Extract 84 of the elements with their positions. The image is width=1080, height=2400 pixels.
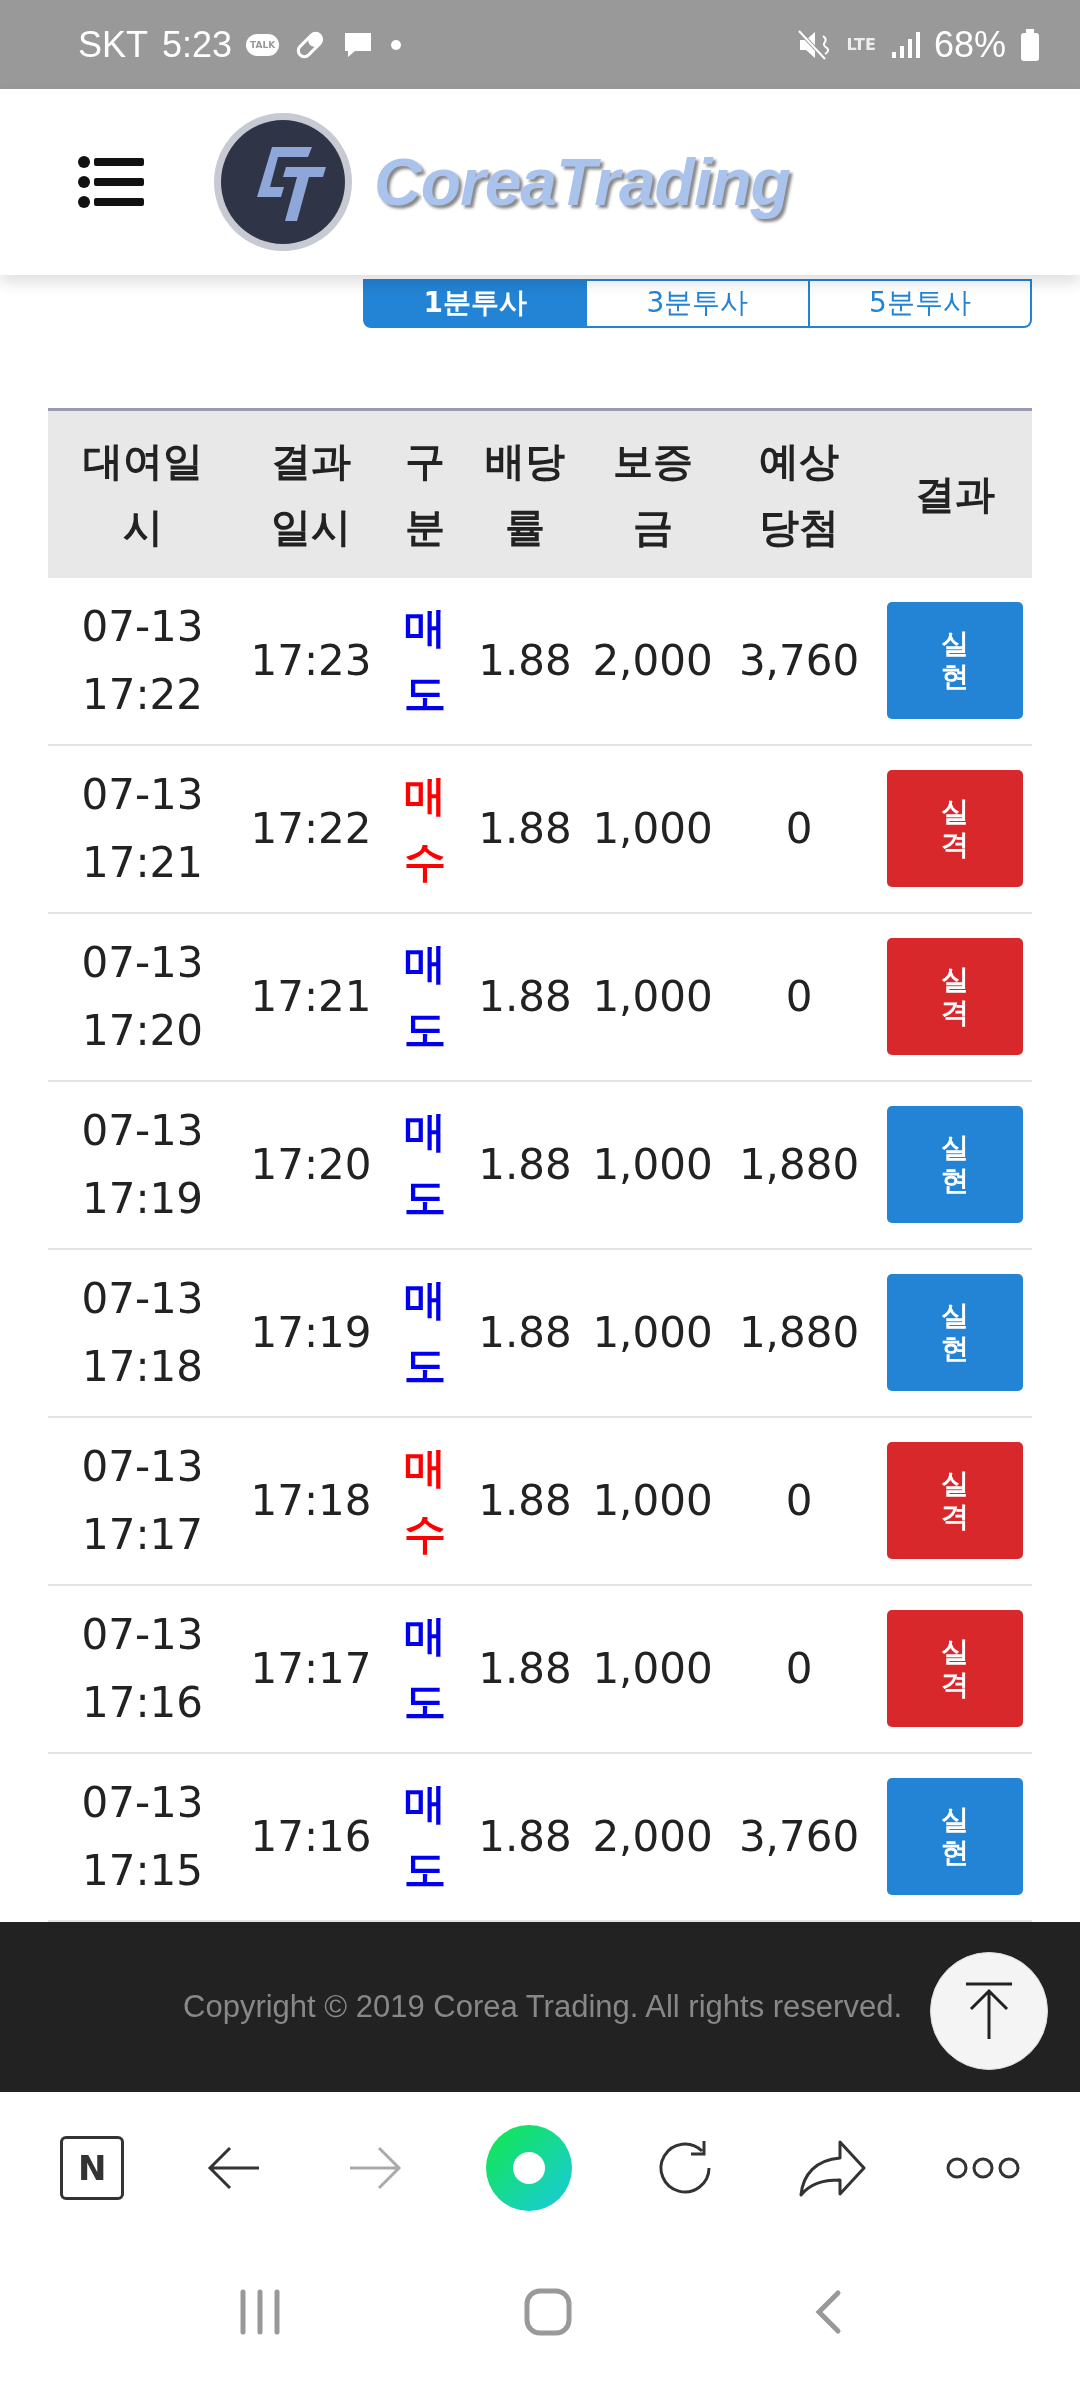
table-cell-text: 1,000 — [591, 1308, 714, 1357]
result-badge[interactable]: 실현 — [887, 1778, 1023, 1895]
table-cell-text: 07-13 17:17 — [80, 1440, 205, 1561]
table-cell-text: 17:19 — [249, 1308, 373, 1357]
column-header: 결과일시 — [270, 437, 352, 552]
table-cell-text: 07-13 17:20 — [80, 936, 205, 1057]
tab[interactable]: 3분투사 — [587, 278, 810, 328]
table-cell-text: 17:23 — [249, 636, 373, 685]
result-badge[interactable]: 실격 — [887, 938, 1023, 1055]
table-cell-text: 07-13 17:21 — [80, 768, 205, 889]
result-badge[interactable]: 실격 — [887, 770, 1023, 887]
table-cell-text: 3,760 — [737, 1812, 861, 1861]
table-cell-text: 0 — [784, 1476, 814, 1525]
trade-side: 매수 — [404, 1442, 446, 1560]
copyright-text: Copyright © 2019 Corea Trading. All rights reserved. — [183, 1989, 902, 2025]
table-cell-text: 1,000 — [591, 1476, 714, 1525]
logo-emblem-icon — [212, 111, 354, 254]
column-header: 배당률 — [484, 437, 566, 552]
table-cell-text: 2,000 — [591, 1812, 714, 1861]
menu-icon[interactable] — [78, 155, 146, 210]
table-cell-text: 07-13 17:18 — [80, 1272, 205, 1393]
trade-side: 매도 — [404, 1106, 446, 1224]
tab[interactable]: 5분투사 — [809, 278, 1032, 328]
table-cell-text: 1,000 — [591, 1140, 714, 1189]
home-icon[interactable] — [523, 2287, 573, 2337]
table-cell-text: 1,880 — [737, 1308, 861, 1357]
table-cell-text: 07-13 17:22 — [80, 600, 205, 721]
carrier: SKT — [78, 23, 148, 66]
table-cell-text: 07-13 17:15 — [80, 1776, 205, 1897]
trade-side: 매도 — [404, 1274, 446, 1392]
table-cell-text: 17:17 — [249, 1644, 373, 1693]
share-icon[interactable] — [797, 2138, 866, 2199]
table-cell-text: 1,000 — [591, 804, 714, 853]
column-header: 대여일시 — [81, 437, 204, 552]
chat-bubble-icon: TALK — [246, 33, 280, 56]
result-badge[interactable]: 실격 — [887, 1610, 1023, 1727]
table-cell-text: 3,760 — [737, 636, 861, 685]
table-cell-text: 1,880 — [737, 1140, 861, 1189]
table-cell-text: 1.88 — [477, 1812, 573, 1861]
table-cell-text: 17:22 — [249, 804, 373, 853]
trade-side: 매수 — [404, 770, 446, 888]
table-cell-text: 1,000 — [591, 972, 714, 1021]
table-cell-text: 17:21 — [249, 972, 373, 1021]
table-cell-text: 0 — [784, 1644, 814, 1693]
table-cell-text: 07-13 17:19 — [80, 1104, 205, 1225]
tab[interactable]: 1분투사 — [363, 278, 588, 328]
result-badge[interactable]: 실현 — [887, 602, 1023, 719]
trade-side: 매도 — [404, 602, 446, 720]
more-icon[interactable] — [945, 2156, 1020, 2181]
logo-text: CoreaTrading — [374, 144, 790, 221]
table-cell-text: 07-13 17:16 — [80, 1608, 205, 1729]
table-cell-text: 1.88 — [477, 804, 573, 853]
clock: 5:23 — [162, 23, 233, 66]
signal-icon — [889, 29, 920, 60]
table-cell-text: 0 — [784, 804, 814, 853]
table-cell-text: 1.88 — [477, 972, 573, 1021]
trade-side: 매도 — [404, 938, 446, 1056]
table-cell-text: 1.88 — [477, 1140, 573, 1189]
home-button[interactable]: N — [60, 2136, 125, 2201]
table-cell-text: 1,000 — [591, 1644, 714, 1693]
battery-icon — [1020, 27, 1040, 62]
column-header: 보증금 — [611, 437, 694, 552]
result-badge[interactable]: 실격 — [887, 1442, 1023, 1559]
column-header: 구분 — [404, 437, 446, 552]
table-cell-text: 2,000 — [591, 636, 714, 685]
arrow-up-icon — [964, 1980, 1014, 2041]
table-cell-text: 1.88 — [477, 636, 573, 685]
trade-side: 매도 — [404, 1778, 446, 1896]
network-type: LTE — [846, 35, 876, 55]
table-cell-text: 1.88 — [477, 1308, 573, 1357]
table-cell-text: 17:20 — [249, 1140, 373, 1189]
table-cell-text: 17:16 — [249, 1812, 373, 1861]
result-badge[interactable]: 실현 — [887, 1106, 1023, 1223]
dot-icon — [389, 37, 404, 52]
table-cell-text: 0 — [784, 972, 814, 1021]
battery-percent: 68% — [933, 23, 1006, 66]
table-cell-text: 1.88 — [477, 1476, 573, 1525]
column-header: 결과 — [914, 470, 996, 519]
trade-side: 매도 — [404, 1610, 446, 1728]
result-badge[interactable]: 실현 — [887, 1274, 1023, 1391]
table-cell-text: 1.88 — [477, 1644, 573, 1693]
back-nav-icon[interactable] — [813, 2289, 843, 2335]
table-cell-text: 17:18 — [249, 1476, 373, 1525]
column-header: 예상당첨 — [758, 437, 840, 552]
